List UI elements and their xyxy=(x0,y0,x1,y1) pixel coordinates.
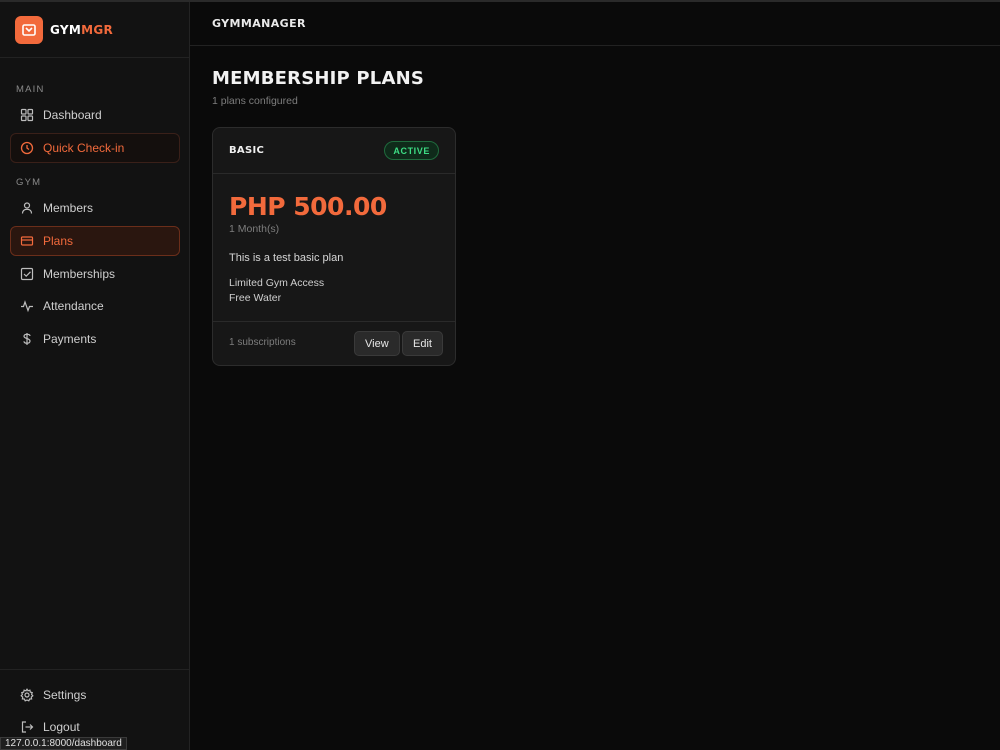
brand-name-part2: MGR xyxy=(81,22,114,37)
sidebar-item-quick-checkin[interactable]: Quick Check-in xyxy=(10,133,180,163)
sidebar-item-label: Members xyxy=(43,201,94,215)
plan-description: This is a test basic plan xyxy=(229,252,344,264)
sidebar-item-dashboard[interactable]: Dashboard xyxy=(10,100,180,130)
header-title: GYMMANAGER xyxy=(212,17,306,30)
sidebar-item-label: Plans xyxy=(43,234,74,248)
plan-card-divider xyxy=(213,321,455,322)
plan-duration: 1 Month(s) xyxy=(229,223,280,235)
sidebar-item-memberships[interactable]: Memberships xyxy=(10,259,180,289)
brand-name-part1: GYM xyxy=(50,22,82,37)
sidebar-item-label: Dashboard xyxy=(43,108,102,122)
plan-feature: Free Water xyxy=(229,292,282,304)
clock-icon xyxy=(20,141,34,155)
grid-icon xyxy=(20,108,34,122)
sidebar-item-attendance[interactable]: Attendance xyxy=(10,291,180,321)
plan-card-header: BASIC ACTIVE xyxy=(213,128,455,174)
sidebar-item-plans[interactable]: Plans xyxy=(10,226,180,256)
logout-icon xyxy=(20,720,34,734)
page-subtitle: 1 plans configured xyxy=(212,95,298,107)
brand[interactable]: GYMMGR xyxy=(0,2,189,58)
section-label-gym: GYM xyxy=(16,177,42,188)
status-badge: ACTIVE xyxy=(384,141,439,160)
sidebar-item-label: Attendance xyxy=(43,299,104,313)
dollar-icon xyxy=(20,332,34,346)
dumbbell-logo-icon xyxy=(15,15,43,44)
sidebar-item-members[interactable]: Members xyxy=(10,193,180,223)
sidebar: GYMMGR MAIN Dashboard Quick Check-in GYM… xyxy=(0,2,190,750)
sidebar-item-payments[interactable]: Payments xyxy=(10,324,180,354)
activity-icon xyxy=(20,299,34,313)
plan-card: BASIC ACTIVE PHP 500.00 1 Month(s) This … xyxy=(212,127,456,366)
sidebar-item-label: Settings xyxy=(43,688,87,702)
credit-card-icon xyxy=(20,234,34,248)
sidebar-divider xyxy=(0,669,189,670)
sidebar-item-label: Quick Check-in xyxy=(43,141,125,155)
plan-feature: Limited Gym Access xyxy=(229,277,325,289)
view-plan-button[interactable]: View xyxy=(354,331,400,356)
status-url-tooltip: 127.0.0.1:8000/dashboard xyxy=(0,737,127,750)
top-header: GYMMANAGER xyxy=(190,2,1000,46)
sidebar-item-label: Memberships xyxy=(43,267,116,281)
plan-name: BASIC xyxy=(229,145,265,156)
sidebar-item-label: Logout xyxy=(43,720,80,734)
user-icon xyxy=(20,201,34,215)
page-title: MEMBERSHIP PLANS xyxy=(212,68,425,89)
plan-subscriptions-count: 1 subscriptions xyxy=(229,337,296,348)
check-square-icon xyxy=(20,267,34,281)
plan-price: PHP 500.00 xyxy=(229,192,387,221)
sidebar-item-label: Payments xyxy=(43,332,97,346)
sidebar-item-settings[interactable]: Settings xyxy=(10,680,180,710)
brand-name: GYMMGR xyxy=(50,23,113,37)
section-label-main: MAIN xyxy=(16,84,45,95)
edit-plan-button[interactable]: Edit xyxy=(402,331,443,356)
gear-icon xyxy=(20,688,34,702)
